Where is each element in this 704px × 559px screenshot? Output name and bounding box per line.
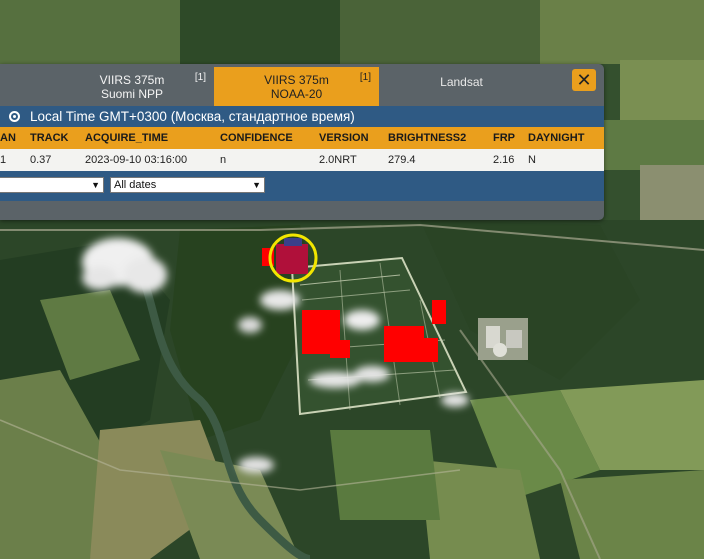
tab-label-line1: VIIRS 375m xyxy=(99,73,165,87)
table-cell: 0.37 xyxy=(30,154,52,166)
column-header: AN xyxy=(0,132,16,144)
tab-viirs-noaa-20[interactable]: VIIRS 375m NOAA-20 [1] xyxy=(214,67,379,106)
dates-select[interactable]: All dates ▼ xyxy=(110,177,265,193)
chevron-down-icon: ▼ xyxy=(252,180,261,190)
tab-landsat[interactable]: Landsat xyxy=(379,67,544,106)
table-cell: N xyxy=(528,154,536,166)
first-filter-select[interactable]: ▼ xyxy=(0,177,104,193)
satellite-tabbar: VIIRS 375m Suomi NPP [1] VIIRS 375m NOAA… xyxy=(0,64,604,106)
column-header: FRP xyxy=(493,132,515,144)
table-cell: 2.0NRT xyxy=(319,154,357,166)
select-value: All dates xyxy=(114,179,157,191)
tab-label-line2: Suomi NPP xyxy=(100,87,164,101)
tab-previous[interactable] xyxy=(0,67,50,106)
tab-label-line1: Landsat xyxy=(440,75,483,89)
column-header: BRIGHTNESS2 xyxy=(388,132,467,144)
column-header: ACQUIRE_TIME xyxy=(85,132,169,144)
tab-label-line2: NOAA-20 xyxy=(270,87,323,101)
table-cell: 2.16 xyxy=(493,154,515,166)
filter-row: ▼ All dates ▼ xyxy=(0,171,604,201)
column-header: CONFIDENCE xyxy=(220,132,293,144)
timezone-row: Local Time GMT+0300 (Москва, стандартное… xyxy=(0,106,604,127)
tab-count: [1] xyxy=(359,72,371,83)
tab-label-line1: VIIRS 375m xyxy=(264,73,329,87)
timezone-radio[interactable] xyxy=(9,111,20,122)
table-cell: 2023-09-10 03:16:00 xyxy=(85,154,188,166)
chevron-down-icon: ▼ xyxy=(91,180,100,190)
table-cell: 279.4 xyxy=(388,154,416,166)
tab-count: [1] xyxy=(194,72,206,83)
column-header: VERSION xyxy=(319,132,369,144)
timezone-label: Local Time GMT+0300 (Москва, стандартное… xyxy=(30,109,355,124)
close-button[interactable]: ✕ xyxy=(572,69,596,91)
tab-viirs-suomi-npp[interactable]: VIIRS 375m Suomi NPP [1] xyxy=(50,67,214,106)
table-row: 1 0.37 2023-09-10 03:16:00 n 2.0NRT 279.… xyxy=(0,149,604,171)
close-x-icon: ✕ xyxy=(576,70,592,90)
fire-info-popup: VIIRS 375m Suomi NPP [1] VIIRS 375m NOAA… xyxy=(0,64,604,220)
table-cell: 1 xyxy=(0,154,7,166)
column-header: TRACK xyxy=(30,132,69,144)
table-cell: n xyxy=(220,154,227,166)
column-header: DAYNIGHT xyxy=(528,132,585,144)
table-header: AN TRACK ACQUIRE_TIME CONFIDENCE VERSION… xyxy=(0,127,604,149)
